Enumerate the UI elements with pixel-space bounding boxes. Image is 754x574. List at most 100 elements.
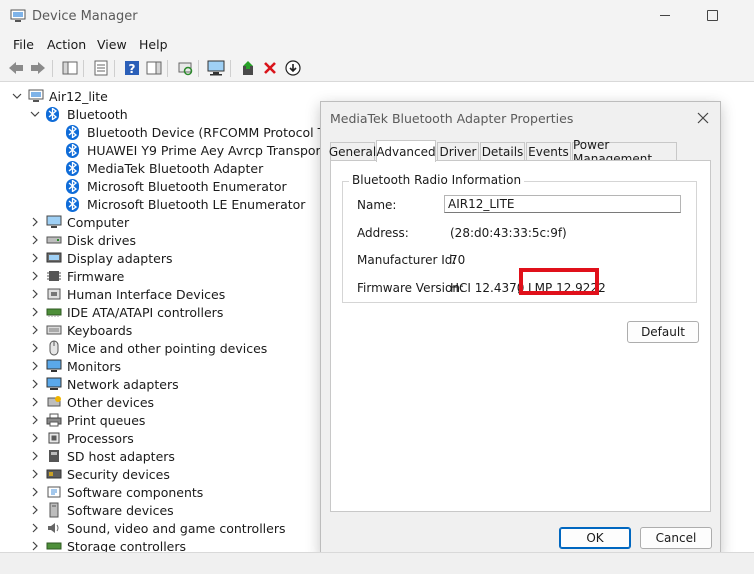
chevron-right-icon[interactable] (30, 253, 40, 263)
category-item[interactable]: Computer (30, 213, 129, 231)
maximize-button[interactable] (707, 10, 718, 21)
tab-details[interactable]: Details (480, 142, 525, 161)
cancel-button[interactable]: Cancel (640, 527, 712, 549)
uninstall-icon[interactable] (261, 59, 279, 77)
computer-icon (28, 88, 44, 104)
show-hide-console-tree-icon[interactable] (61, 59, 79, 77)
firmware-label: Firmware Version: (357, 281, 464, 295)
menu-view[interactable]: View (97, 37, 127, 52)
disable-device-icon[interactable] (284, 59, 302, 77)
help-icon[interactable]: ? (123, 59, 141, 77)
tree-root-label: Air12_lite (49, 88, 108, 104)
category-label: IDE ATA/ATAPI controllers (67, 304, 224, 320)
tab-advanced[interactable]: Advanced (376, 140, 436, 162)
chevron-down-icon[interactable] (30, 109, 40, 119)
chevron-right-icon[interactable] (30, 487, 40, 497)
chevron-right-icon[interactable] (30, 505, 40, 515)
chevron-right-icon[interactable] (30, 541, 40, 551)
tab-power-management[interactable]: Power Management (572, 138, 677, 166)
ok-button[interactable]: OK (559, 527, 631, 549)
action-pane-icon[interactable] (145, 59, 163, 77)
group-title: Bluetooth Radio Information (349, 173, 525, 187)
monitor-icon[interactable] (207, 59, 225, 77)
address-label: Address: (357, 226, 409, 240)
category-item[interactable]: Firmware (30, 267, 124, 285)
menu-bar: File Action View Help (0, 34, 754, 56)
bluetooth-device-item[interactable]: Microsoft Bluetooth LE Enumerator (66, 195, 305, 213)
category-label: Other devices (67, 394, 155, 410)
address-value: (28:d0:43:33:5c:9f) (450, 226, 567, 240)
chevron-right-icon[interactable] (30, 415, 40, 425)
hid-icon (46, 286, 62, 302)
chevron-right-icon[interactable] (30, 235, 40, 245)
chevron-right-icon[interactable] (30, 523, 40, 533)
status-bar (0, 552, 754, 574)
tab-general[interactable]: General (329, 142, 376, 161)
chevron-right-icon[interactable] (30, 217, 40, 227)
category-item[interactable]: IDE ATA/ATAPI controllers (30, 303, 223, 321)
forward-arrow-icon[interactable] (29, 59, 47, 77)
chevron-right-icon[interactable] (30, 289, 40, 299)
category-item[interactable]: Keyboards (30, 321, 132, 339)
update-driver-icon[interactable] (239, 59, 257, 77)
sd-host-icon (46, 448, 62, 464)
category-item[interactable]: Other devices (30, 393, 154, 411)
category-item[interactable]: Network adapters (30, 375, 179, 393)
minimize-button[interactable] (660, 15, 670, 16)
toolbar-separator (198, 60, 199, 77)
chevron-right-icon[interactable] (30, 361, 40, 371)
menu-help[interactable]: Help (139, 37, 168, 52)
category-item[interactable]: Print queues (30, 411, 145, 429)
category-item[interactable]: Disk drives (30, 231, 136, 249)
name-label: Name: (357, 198, 397, 212)
category-item[interactable]: Display adapters (30, 249, 172, 267)
category-label: Security devices (67, 466, 170, 482)
chevron-down-icon[interactable] (12, 91, 22, 101)
category-label: Display adapters (67, 250, 173, 266)
category-item[interactable]: Storage controllers (30, 537, 186, 552)
category-item[interactable]: Software components (30, 483, 203, 501)
category-item[interactable]: Sound, video and game controllers (30, 519, 286, 537)
bluetooth-device-item[interactable]: Bluetooth Device (RFCOMM Protocol TDI) (66, 123, 343, 141)
back-arrow-icon[interactable] (7, 59, 25, 77)
bluetooth-device-item[interactable]: MediaTek Bluetooth Adapter (66, 159, 263, 177)
category-item[interactable]: Monitors (30, 357, 121, 375)
category-item[interactable]: Security devices (30, 465, 170, 483)
menu-action[interactable]: Action (47, 37, 86, 52)
default-button[interactable]: Default (627, 321, 699, 343)
chevron-right-icon[interactable] (30, 325, 40, 335)
bluetooth-device-item[interactable]: Microsoft Bluetooth Enumerator (66, 177, 287, 195)
category-item[interactable]: SD host adapters (30, 447, 175, 465)
sound-icon (46, 520, 62, 536)
category-item[interactable]: Processors (30, 429, 134, 447)
chevron-right-icon[interactable] (30, 469, 40, 479)
svg-text:?: ? (129, 62, 136, 76)
dialog-title: MediaTek Bluetooth Adapter Properties (330, 111, 574, 126)
chevron-right-icon[interactable] (30, 343, 40, 353)
category-label: Firmware (67, 268, 125, 284)
printer-icon (46, 412, 62, 428)
category-item[interactable]: Software devices (30, 501, 174, 519)
chevron-right-icon[interactable] (30, 271, 40, 281)
close-icon[interactable] (695, 110, 711, 126)
chevron-right-icon[interactable] (30, 397, 40, 407)
chevron-right-icon[interactable] (30, 433, 40, 443)
category-label: Computer (67, 214, 130, 230)
toolbar-separator (114, 60, 115, 77)
keyboard-icon (46, 322, 62, 338)
properties-icon[interactable] (92, 59, 110, 77)
menu-file[interactable]: File (13, 37, 34, 52)
tab-events[interactable]: Events (526, 142, 571, 161)
name-field[interactable] (444, 195, 681, 213)
tree-root[interactable]: Air12_lite (12, 87, 108, 105)
bluetooth-device-item[interactable]: HUAWEI Y9 Prime Aey Avrcp Transport (66, 141, 326, 159)
category-bluetooth[interactable]: Bluetooth (30, 105, 128, 123)
software-device-icon (46, 502, 62, 518)
tab-driver[interactable]: Driver (437, 142, 479, 161)
chevron-right-icon[interactable] (30, 307, 40, 317)
category-item[interactable]: Human Interface Devices (30, 285, 225, 303)
chevron-right-icon[interactable] (30, 451, 40, 461)
chevron-right-icon[interactable] (30, 379, 40, 389)
category-item[interactable]: Mice and other pointing devices (30, 339, 267, 357)
scan-hardware-icon[interactable] (176, 59, 194, 77)
